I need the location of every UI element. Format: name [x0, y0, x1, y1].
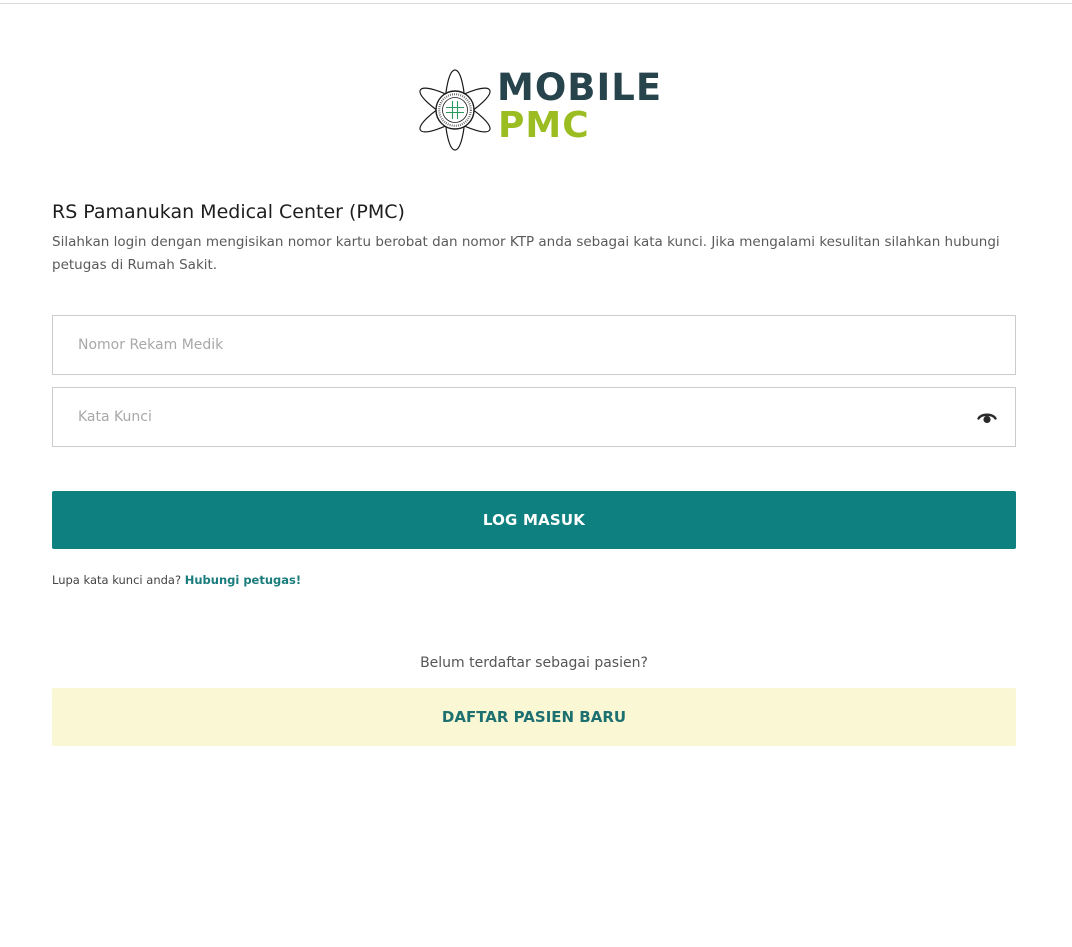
logo-wordmark-mobile: MOBILE	[497, 66, 663, 109]
hospital-emblem-icon	[419, 69, 491, 151]
register-prompt: Belum terdaftar sebagai pasien?	[420, 655, 648, 671]
forgot-password-line: Lupa kata kunci anda? Hubungi petugas!	[52, 571, 301, 589]
login-instructions: Silahkan login dengan mengisikan nomor k…	[52, 234, 1000, 273]
medical-record-input[interactable]	[53, 316, 1015, 374]
login-button[interactable]: LOG MASUK	[52, 491, 1016, 549]
password-input[interactable]	[53, 388, 1015, 446]
contact-staff-link[interactable]: Hubungi petugas!	[185, 573, 301, 587]
page-title: RS Pamanukan Medical Center (PMC)	[52, 201, 405, 223]
app-logo: MOBILE PMC	[414, 68, 661, 154]
logo-wordmark-pmc: PMC	[498, 105, 590, 146]
forgot-password-text: Lupa kata kunci anda?	[52, 573, 182, 587]
eye-icon[interactable]	[977, 410, 997, 426]
register-button[interactable]: DAFTAR PASIEN BARU	[52, 688, 1016, 746]
medical-record-field	[52, 315, 1016, 375]
password-field	[52, 387, 1016, 447]
top-divider	[0, 3, 1072, 4]
